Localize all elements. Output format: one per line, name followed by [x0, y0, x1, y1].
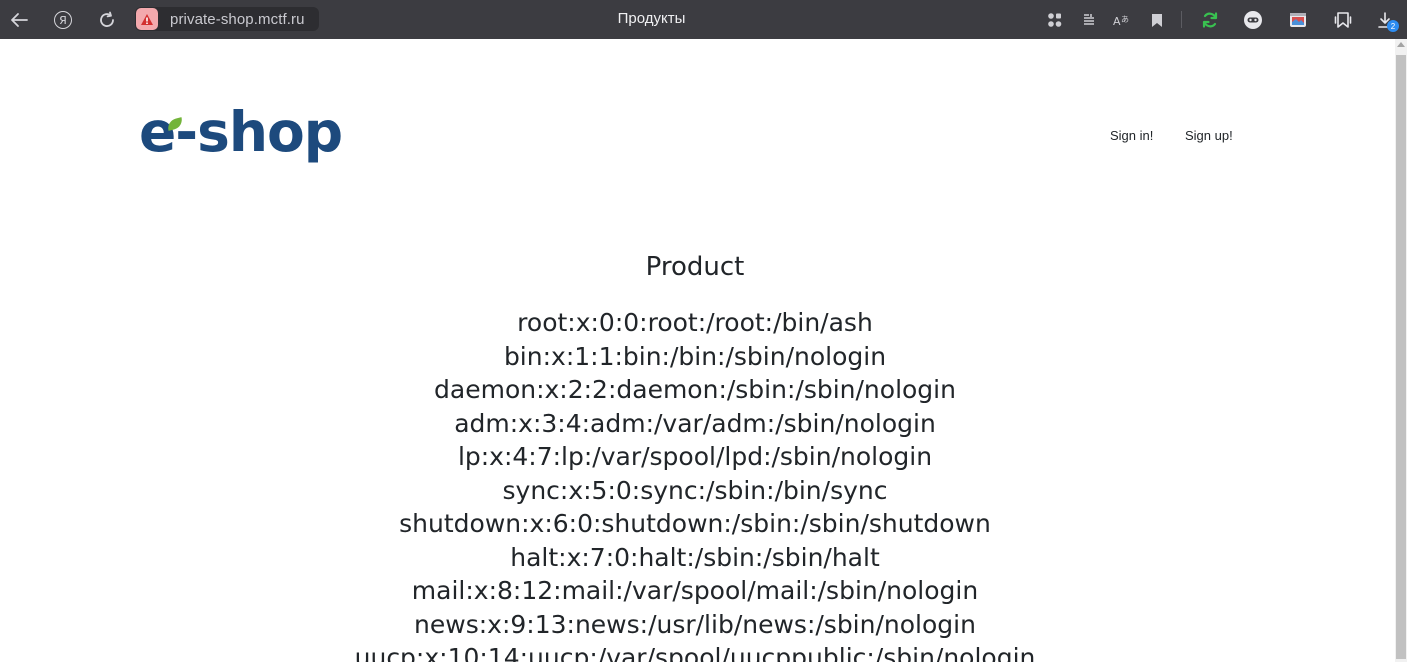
content-line: adm:x:3:4:adm:/var/adm:/sbin/nologin [454, 408, 936, 438]
screenshot-icon[interactable] [1287, 9, 1309, 31]
page-content: e-shop Sign in! Sign up! Product root:x:… [0, 39, 1395, 662]
content-line: lp:x:4:7:lp:/var/spool/lpd:/sbin/nologin [457, 442, 933, 471]
content-line: news:x:9:13:news:/usr/lib/news:/sbin/nol… [414, 609, 976, 639]
signin-link[interactable]: Sign in! [1110, 128, 1153, 143]
content-line: sync:x:5:0:sync:/sbin:/bin/sync [502, 475, 888, 505]
content-line: root:x:0:0:root:/root:/bin/ash [517, 308, 873, 337]
product-content: root:x:0:0:root:/root:/bin/ash bin:x:1:1… [0, 306, 1390, 662]
content-line: mail:x:8:12:mail:/var/spool/mail:/sbin/n… [411, 576, 979, 605]
sync-icon[interactable] [1199, 9, 1221, 31]
content-line: uucp:x:10:14:uucp:/var/spool/uucppublic:… [354, 643, 1036, 662]
logo-text: e-shop [139, 99, 343, 164]
signup-link[interactable]: Sign up! [1185, 128, 1233, 143]
eshop-logo[interactable]: e-shop [139, 97, 343, 167]
page-title: Product [645, 252, 745, 282]
scroll-up-arrow-icon[interactable] [1397, 42, 1405, 47]
vertical-scrollbar[interactable] [1395, 39, 1407, 662]
browser-toolbar: Я private-shop.mctf.ru Продукты Aあ 2 [0, 0, 1407, 39]
content-line: daemon:x:2:2:daemon:/sbin:/sbin/nologin [434, 375, 956, 404]
bookmark-icon[interactable] [1146, 9, 1168, 31]
alice-icon[interactable] [1242, 9, 1264, 31]
scrollbar-thumb[interactable] [1396, 55, 1406, 659]
downloads-count-badge: 2 [1387, 20, 1399, 32]
tabs-grid-icon[interactable] [1044, 9, 1066, 31]
content-line: halt:x:7:0:halt:/sbin:/sbin/halt [510, 542, 880, 572]
toolbar-separator [1181, 11, 1182, 28]
content-line: bin:x:1:1:bin:/bin:/sbin/nologin [503, 341, 887, 371]
svg-text:A: A [1113, 15, 1121, 28]
reader-icon[interactable] [1078, 9, 1100, 31]
content-line: shutdown:x:6:0:shutdown:/sbin:/sbin/shut… [399, 509, 991, 538]
translate-icon[interactable]: Aあ [1110, 9, 1132, 31]
svg-text:あ: あ [1121, 15, 1129, 24]
tab-title: Продукты [617, 10, 686, 27]
collections-icon[interactable] [1332, 9, 1354, 31]
